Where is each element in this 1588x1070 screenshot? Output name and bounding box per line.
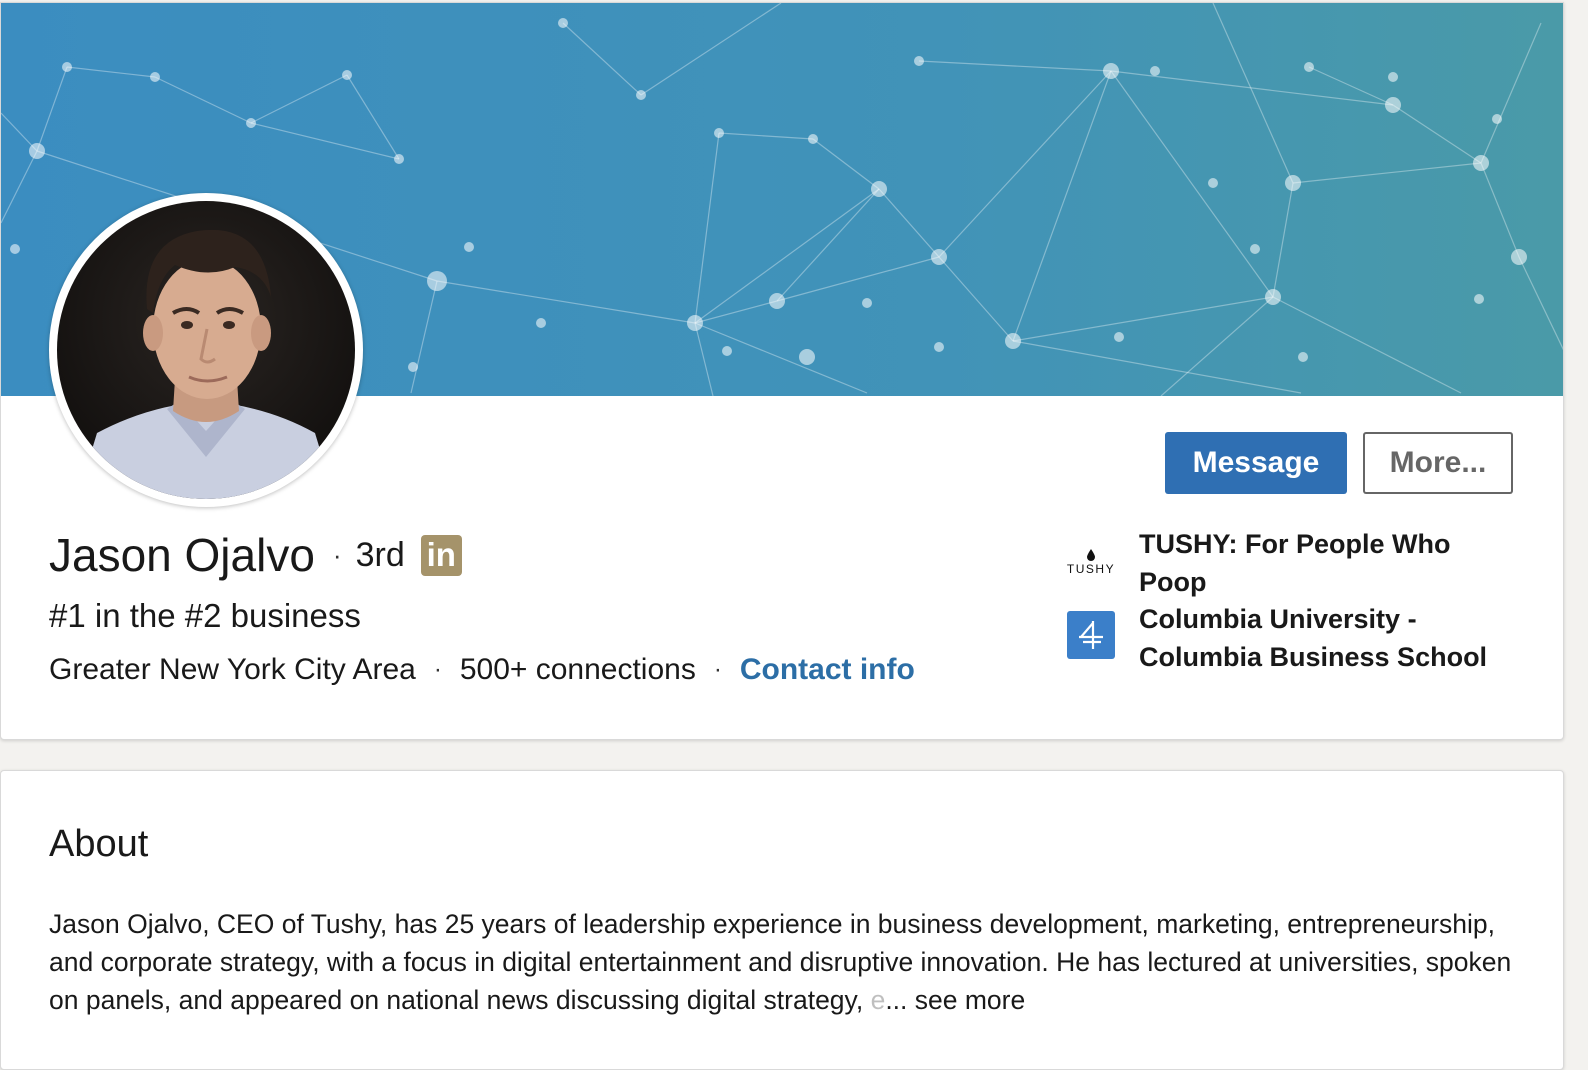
profile-meta: Greater New York City Area · 500+ connec… — [49, 653, 915, 687]
contact-info-link[interactable]: Contact info — [740, 653, 915, 687]
profile-name: Jason Ojalvo — [49, 529, 315, 581]
tushy-logo-icon: TUSHY — [1065, 545, 1117, 585]
message-button[interactable]: Message — [1165, 432, 1347, 494]
profile-location: Greater New York City Area — [49, 653, 416, 686]
about-text: Jason Ojalvo, CEO of Tushy, has 25 years… — [49, 909, 1512, 1015]
profile-card: Message More... Jason Ojalvo · 3rd in #1… — [0, 2, 1564, 740]
profile-avatar[interactable] — [49, 193, 363, 507]
name-row: Jason Ojalvo · 3rd in — [49, 528, 462, 582]
see-more-link[interactable]: see more — [907, 985, 1025, 1015]
meta-separator: · — [433, 656, 442, 683]
about-heading: About — [49, 823, 149, 865]
columbia-logo-icon — [1067, 611, 1115, 659]
avatar-photo — [57, 201, 355, 499]
premium-linkedin-icon: in — [420, 534, 462, 576]
svg-text:TUSHY: TUSHY — [1067, 562, 1115, 576]
connections-count: 500+ connections — [459, 653, 696, 686]
org-name-columbia[interactable]: Columbia University - Columbia Business … — [1139, 600, 1519, 676]
about-faded-text: e — [863, 985, 886, 1015]
meta-separator: · — [713, 656, 722, 683]
about-ellipsis: ... — [885, 985, 908, 1015]
name-separator: · — [332, 539, 342, 570]
about-card: About Jason Ojalvo, CEO of Tushy, has 25… — [0, 770, 1564, 1070]
about-summary: Jason Ojalvo, CEO of Tushy, has 25 years… — [49, 905, 1519, 1019]
profile-headline: #1 in the #2 business — [49, 597, 361, 634]
connection-degree: 3rd — [355, 535, 405, 574]
more-actions-button[interactable]: More... — [1363, 432, 1513, 494]
org-name-tushy[interactable]: TUSHY: For People Who Poop — [1139, 525, 1519, 601]
